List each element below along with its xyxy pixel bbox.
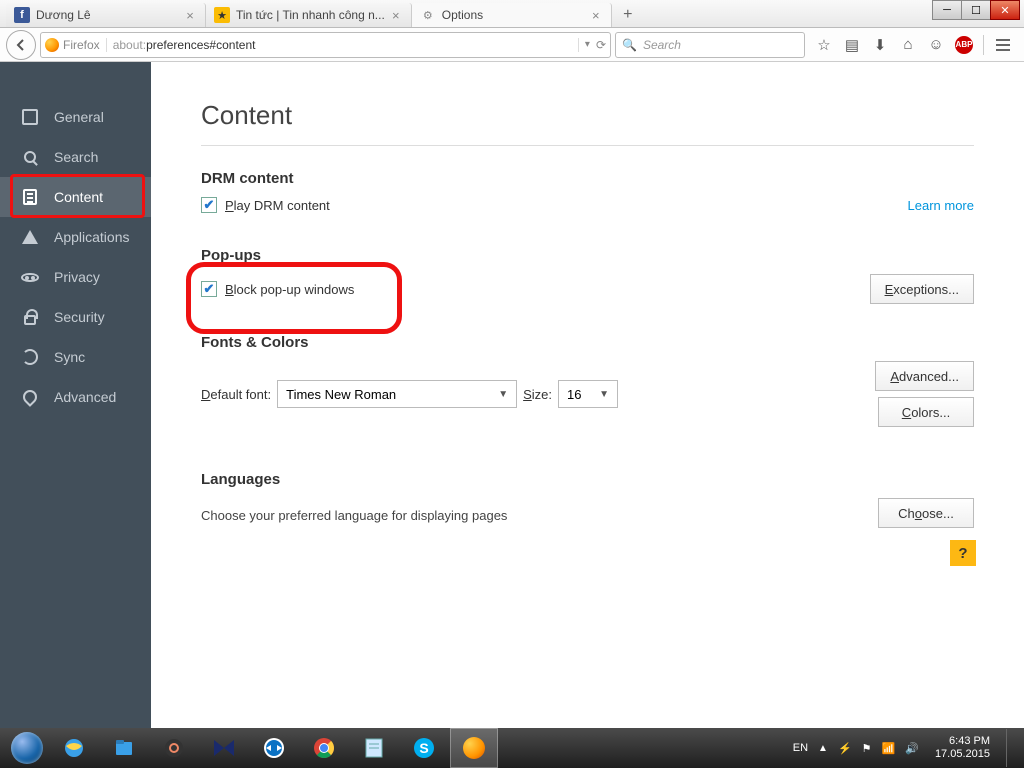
size-label: Size: xyxy=(523,387,552,402)
feedback-icon[interactable]: ☺ xyxy=(927,36,945,54)
firefox-icon xyxy=(463,737,485,759)
language-indicator[interactable]: EN xyxy=(793,742,808,754)
colors-button[interactable]: Colors... xyxy=(878,397,974,427)
tray-network-icon[interactable]: 📶 xyxy=(882,742,896,755)
chevron-down-icon: ▼ xyxy=(488,389,508,400)
windows-orb-icon xyxy=(11,732,43,764)
close-window-button[interactable]: ✕ xyxy=(990,0,1020,20)
url-text: about:preferences#content xyxy=(107,38,578,52)
identity-label: Firefox xyxy=(63,38,100,52)
preferences-page: General Search Content Applications Priv… xyxy=(0,62,1024,728)
system-tray: EN ▲ ⚡ ⚑ 📶 🔊 6:43 PM 17.05.2015 xyxy=(793,729,1020,767)
identity-box[interactable]: Firefox xyxy=(45,38,107,52)
choose-language-button[interactable]: Choose... xyxy=(878,498,974,528)
default-font-select[interactable]: Times New Roman▼ xyxy=(277,380,517,408)
tray-power-icon[interactable]: ⚡ xyxy=(838,742,852,755)
window-titlebar: f Dương Lê × ★ Tin tức | Tin nhanh công … xyxy=(0,0,1024,28)
new-tab-button[interactable]: + xyxy=(616,5,640,25)
taskbar-app2[interactable] xyxy=(200,728,248,768)
tab-label: Dương Lê xyxy=(36,8,179,22)
gear-icon: ⚙ xyxy=(420,7,436,23)
taskbar-clock[interactable]: 6:43 PM 17.05.2015 xyxy=(929,735,996,761)
tray-flag-icon[interactable]: ⚑ xyxy=(862,742,872,755)
tab-label: Options xyxy=(442,8,585,22)
svg-text:S: S xyxy=(419,740,428,756)
home-icon[interactable]: ⌂ xyxy=(899,36,917,54)
sidebar-item-sync[interactable]: Sync xyxy=(0,337,151,377)
firefox-icon xyxy=(45,38,59,52)
navigation-toolbar: Firefox about:preferences#content ▾ ⟳ 🔍 … xyxy=(0,28,1024,62)
font-size-select[interactable]: 16▼ xyxy=(558,380,618,408)
window-controls: ─ ☐ ✕ xyxy=(933,0,1020,20)
fonts-advanced-button[interactable]: Advanced... xyxy=(875,361,974,391)
preferences-sidebar: General Search Content Applications Priv… xyxy=(0,62,151,728)
taskbar-ie[interactable] xyxy=(50,728,98,768)
windows-taskbar: S EN ▲ ⚡ ⚑ 📶 🔊 6:43 PM 17.05.2015 xyxy=(0,728,1024,768)
block-popups-label: Block pop-up windows xyxy=(225,282,354,297)
play-drm-label: Play DRM content xyxy=(225,198,330,213)
sidebar-item-applications[interactable]: Applications xyxy=(0,217,151,257)
fonts-heading: Fonts & Colors xyxy=(201,334,974,351)
tab-label: Tin tức | Tin nhanh công n... xyxy=(236,8,385,22)
taskbar-teamviewer[interactable] xyxy=(250,728,298,768)
site-icon: ★ xyxy=(214,7,230,23)
close-icon[interactable]: × xyxy=(589,8,603,22)
sidebar-item-privacy[interactable]: Privacy xyxy=(0,257,151,297)
popups-heading: Pop-ups xyxy=(201,247,974,264)
languages-heading: Languages xyxy=(201,471,974,488)
taskbar-apps: S xyxy=(50,728,498,768)
close-icon[interactable]: × xyxy=(183,8,197,22)
minimize-button[interactable]: ─ xyxy=(932,0,962,20)
taskbar-firefox[interactable] xyxy=(450,728,498,768)
search-placeholder: Search xyxy=(643,38,681,52)
tray-overflow-icon[interactable]: ▲ xyxy=(818,743,828,754)
facebook-icon: f xyxy=(14,7,30,23)
url-bar[interactable]: Firefox about:preferences#content ▾ ⟳ xyxy=(40,32,611,58)
sidebar-item-security[interactable]: Security xyxy=(0,297,151,337)
tab-facebook[interactable]: f Dương Lê × xyxy=(6,3,206,27)
close-icon[interactable]: × xyxy=(389,8,403,22)
default-font-label: Default font: xyxy=(201,387,271,402)
tab-news[interactable]: ★ Tin tức | Tin nhanh công n... × xyxy=(206,3,412,27)
block-popups-checkbox[interactable]: ✔ xyxy=(201,281,217,297)
start-button[interactable] xyxy=(4,728,50,768)
reading-list-icon[interactable]: ▤ xyxy=(843,36,861,54)
adblock-icon[interactable]: ABP xyxy=(955,36,973,54)
taskbar-chrome[interactable] xyxy=(300,728,348,768)
reload-controls: ▾ ⟳ xyxy=(578,38,606,52)
bookmark-star-icon[interactable]: ☆ xyxy=(815,36,833,54)
sidebar-item-advanced[interactable]: Advanced xyxy=(0,377,151,417)
reload-button[interactable]: ⟳ xyxy=(596,38,606,52)
drm-heading: DRM content xyxy=(201,170,974,187)
sidebar-item-content[interactable]: Content xyxy=(0,177,151,217)
search-bar[interactable]: 🔍 Search xyxy=(615,32,805,58)
dropdown-icon[interactable]: ▾ xyxy=(585,39,590,50)
sidebar-item-search[interactable]: Search xyxy=(0,137,151,177)
show-desktop-button[interactable] xyxy=(1006,729,1014,767)
page-title: Content xyxy=(201,100,974,146)
tray-volume-icon[interactable]: 🔊 xyxy=(905,742,919,755)
exceptions-button[interactable]: Exceptions... xyxy=(870,274,974,304)
taskbar-explorer[interactable] xyxy=(100,728,148,768)
toolbar-icons: ☆ ▤ ⬇ ⌂ ☺ ABP xyxy=(809,35,1018,55)
taskbar-app1[interactable] xyxy=(150,728,198,768)
browser-tabs: f Dương Lê × ★ Tin tức | Tin nhanh công … xyxy=(0,0,1024,27)
search-icon: 🔍 xyxy=(622,38,637,52)
learn-more-link[interactable]: Learn more xyxy=(908,198,974,213)
tab-options[interactable]: ⚙ Options × xyxy=(412,3,612,27)
chevron-down-icon: ▼ xyxy=(589,389,609,400)
downloads-icon[interactable]: ⬇ xyxy=(871,36,889,54)
maximize-button[interactable]: ☐ xyxy=(961,0,991,20)
back-button[interactable] xyxy=(6,30,36,60)
taskbar-notepad[interactable] xyxy=(350,728,398,768)
taskbar-skype[interactable]: S xyxy=(400,728,448,768)
play-drm-checkbox[interactable]: ✔ xyxy=(201,197,217,213)
sidebar-item-general[interactable]: General xyxy=(0,97,151,137)
help-button[interactable]: ? xyxy=(950,540,976,566)
preferences-main: Content DRM content ✔ Play DRM content L… xyxy=(151,62,1024,728)
hamburger-menu-icon[interactable] xyxy=(994,36,1012,54)
languages-text: Choose your preferred language for displ… xyxy=(201,508,507,523)
